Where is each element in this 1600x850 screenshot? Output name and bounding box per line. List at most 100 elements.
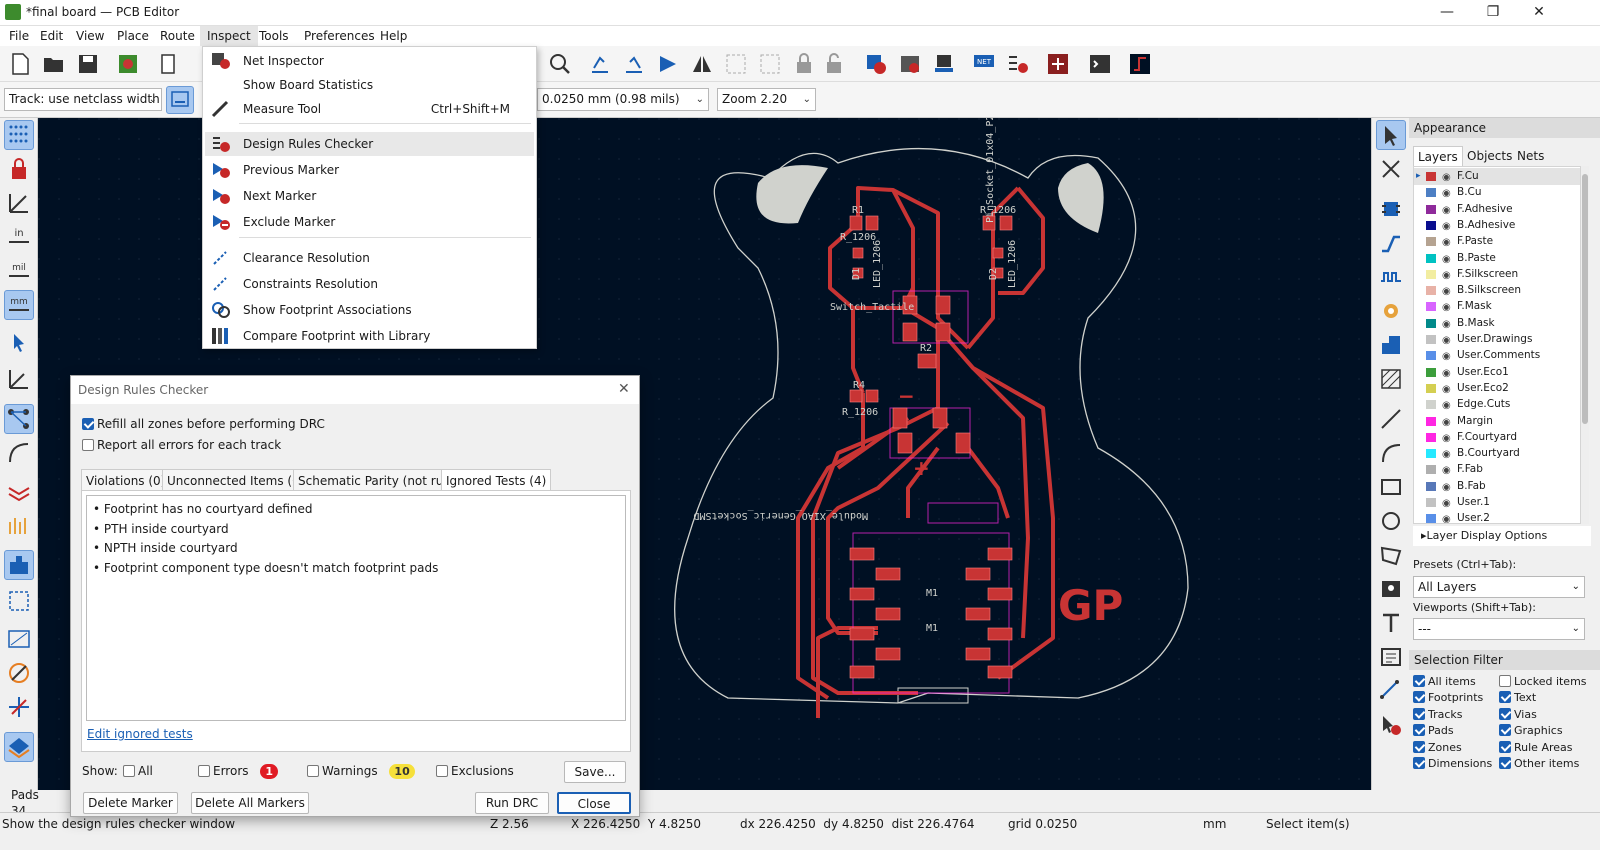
inspect-menu-item[interactable]: Net Inspector <box>205 49 534 73</box>
route-track-icon[interactable] <box>1376 228 1406 258</box>
minimize-button[interactable]: — <box>1424 0 1470 26</box>
layer-row[interactable]: ◉ User.Drawings <box>1414 331 1580 348</box>
menu-preferences[interactable]: Preferences <box>297 26 382 46</box>
mils-icon[interactable]: mil <box>4 256 34 286</box>
tab-schematic-parity[interactable]: Schematic Parity (not run) <box>293 469 461 491</box>
layer-color-swatch[interactable] <box>1426 514 1436 523</box>
tab-violations[interactable]: Violations (0) <box>81 469 171 491</box>
millimeters-icon[interactable]: mm <box>4 290 34 320</box>
layers-manager-icon[interactable] <box>4 732 34 762</box>
save-icon[interactable] <box>74 50 102 78</box>
layer-color-swatch[interactable] <box>1426 253 1436 263</box>
zone-fill-icon[interactable] <box>4 624 34 654</box>
layer-color-swatch[interactable] <box>1426 220 1436 230</box>
unlock-icon[interactable] <box>820 50 848 78</box>
show-exclusions-checkbox[interactable]: Exclusions <box>436 764 514 778</box>
layer-row[interactable]: ◉ User.2 <box>1414 510 1580 523</box>
layer-color-swatch[interactable] <box>1426 302 1436 312</box>
new-board-icon[interactable] <box>6 50 34 78</box>
dialog-close-icon[interactable]: ✕ <box>618 381 630 397</box>
zone-outline-icon[interactable] <box>4 586 34 616</box>
curved-ratsnest-icon[interactable] <box>4 438 34 468</box>
measure-angle-icon[interactable] <box>4 364 34 394</box>
save-report-button[interactable]: Save... <box>564 761 626 783</box>
track-width-select[interactable]: Track: use netclass width ⌄ <box>4 88 162 111</box>
layer-color-swatch[interactable] <box>1426 335 1436 344</box>
layer-row[interactable]: ◉ F.Mask <box>1414 298 1580 315</box>
select-tool-icon[interactable] <box>1376 120 1406 150</box>
open-icon[interactable] <box>40 50 68 78</box>
inspect-menu-item[interactable]: Clearance Resolution <box>205 246 534 270</box>
route-pair-icon[interactable] <box>1044 50 1072 78</box>
layer-color-swatch[interactable] <box>1426 351 1436 361</box>
tune-length-icon[interactable] <box>1376 262 1406 292</box>
layer-row[interactable]: ◉ User.Eco2 <box>1414 380 1580 397</box>
layer-color-swatch[interactable] <box>1426 449 1436 459</box>
via-outline-icon[interactable] <box>4 510 34 540</box>
layer-color-swatch[interactable] <box>1426 269 1436 279</box>
delete-all-markers-button[interactable]: Delete All Markers <box>191 792 309 814</box>
page-settings-icon[interactable] <box>154 50 182 78</box>
inspect-menu-item[interactable]: Show Footprint Associations <box>205 298 534 322</box>
layer-row[interactable]: ◉ B.Cu <box>1414 184 1580 201</box>
menu-view[interactable]: View <box>69 26 111 46</box>
viewports-select[interactable]: --- ⌄ <box>1413 618 1585 640</box>
visibility-eye-icon[interactable]: ◉ <box>1442 512 1451 523</box>
add-textbox-icon[interactable] <box>1376 642 1406 672</box>
add-zone-icon[interactable] <box>1376 330 1406 360</box>
inspect-menu-item[interactable]: Compare Footprint with Library <box>205 324 534 348</box>
selection-filter-checkbox[interactable]: Locked items <box>1499 674 1587 690</box>
edit-ignored-tests-link[interactable]: Edit ignored tests <box>87 727 193 741</box>
zoom-fit-icon[interactable] <box>546 50 574 78</box>
draw-polygon-icon[interactable] <box>1376 540 1406 570</box>
polar-coords-icon[interactable] <box>4 188 34 218</box>
layer-row[interactable]: ◉ B.Paste <box>1414 250 1580 267</box>
menu-edit[interactable]: Edit <box>33 26 70 46</box>
group-icon[interactable] <box>722 50 750 78</box>
netlist-icon[interactable]: NET <box>970 50 998 78</box>
layer-color-swatch[interactable] <box>1426 188 1436 198</box>
layer-row[interactable]: ◉ B.Adhesive <box>1414 217 1580 234</box>
grid-lock-icon[interactable] <box>4 154 34 184</box>
zoom-select[interactable]: Zoom 2.20 ⌄ <box>717 88 816 111</box>
checklist-icon[interactable] <box>1004 50 1032 78</box>
inspect-menu-item[interactable]: Design Rules Checker <box>205 132 534 156</box>
inspect-menu-item[interactable]: Show Board Statistics <box>205 73 534 97</box>
inches-icon[interactable]: in <box>4 222 34 252</box>
footprint-browser-icon[interactable] <box>896 50 924 78</box>
presets-select[interactable]: All Layers ⌄ <box>1413 576 1585 598</box>
layer-row[interactable]: ◉ Edge.Cuts <box>1414 396 1580 413</box>
tab-unconnected[interactable]: Unconnected Items (0) <box>162 469 310 491</box>
layer-color-swatch[interactable] <box>1426 432 1436 442</box>
flip-icon[interactable] <box>654 50 682 78</box>
menu-place[interactable]: Place <box>110 26 156 46</box>
selection-filter-checkbox[interactable]: Vias <box>1499 707 1537 723</box>
layer-color-swatch[interactable] <box>1426 465 1436 475</box>
draw-rectangle-icon[interactable] <box>1376 472 1406 502</box>
draw-arc-icon[interactable] <box>1376 438 1406 468</box>
track-outline-icon[interactable] <box>4 476 34 506</box>
selection-filter-checkbox[interactable]: Zones <box>1413 740 1462 756</box>
menu-route[interactable]: Route <box>153 26 202 46</box>
layer-row[interactable]: ◉ B.Mask <box>1414 315 1580 332</box>
layer-color-swatch[interactable] <box>1426 383 1436 393</box>
inspect-menu-item[interactable]: Measure Tool Ctrl+Shift+M <box>205 97 534 121</box>
tab-nets[interactable]: Nets <box>1513 146 1548 166</box>
layer-row[interactable]: ◉ User.Eco1 <box>1414 364 1580 381</box>
auto-track-width-icon[interactable] <box>166 86 194 114</box>
footprint-editor-icon[interactable] <box>930 50 958 78</box>
layer-color-swatch[interactable] <box>1426 286 1436 296</box>
delete-marker-button[interactable]: Delete Marker <box>83 792 178 814</box>
add-dimension-icon[interactable] <box>1376 676 1406 706</box>
add-footprint-icon[interactable] <box>1376 194 1406 224</box>
rule-area-icon[interactable] <box>1376 364 1406 394</box>
run-drc-button[interactable]: Run DRC <box>475 792 549 814</box>
layer-color-swatch[interactable] <box>1426 318 1436 328</box>
layer-row[interactable]: ◉ User.Comments <box>1414 347 1580 364</box>
layer-row[interactable]: ◉ F.Courtyard <box>1414 429 1580 446</box>
menu-file[interactable]: File <box>2 26 36 46</box>
layer-color-swatch[interactable] <box>1426 400 1436 410</box>
show-warnings-checkbox[interactable]: Warnings 10 <box>307 764 415 779</box>
layer-row[interactable]: ◉ Margin <box>1414 413 1580 430</box>
scripting-console-icon[interactable] <box>1086 50 1114 78</box>
